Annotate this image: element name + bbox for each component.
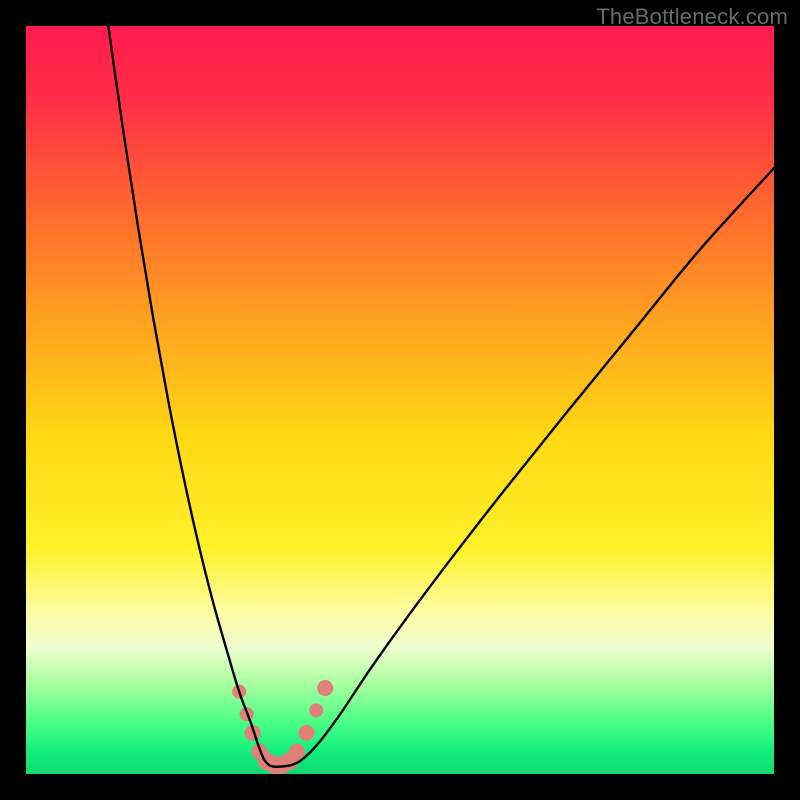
trough-marker — [309, 703, 323, 717]
chart-frame: TheBottleneck.com — [0, 0, 800, 800]
plot-area — [26, 26, 774, 774]
watermark-text: TheBottleneck.com — [596, 4, 788, 30]
chart-svg — [26, 26, 774, 774]
trough-marker — [317, 680, 333, 696]
trough-marker — [289, 744, 305, 760]
gradient-background — [26, 26, 774, 774]
trough-marker — [299, 725, 315, 741]
